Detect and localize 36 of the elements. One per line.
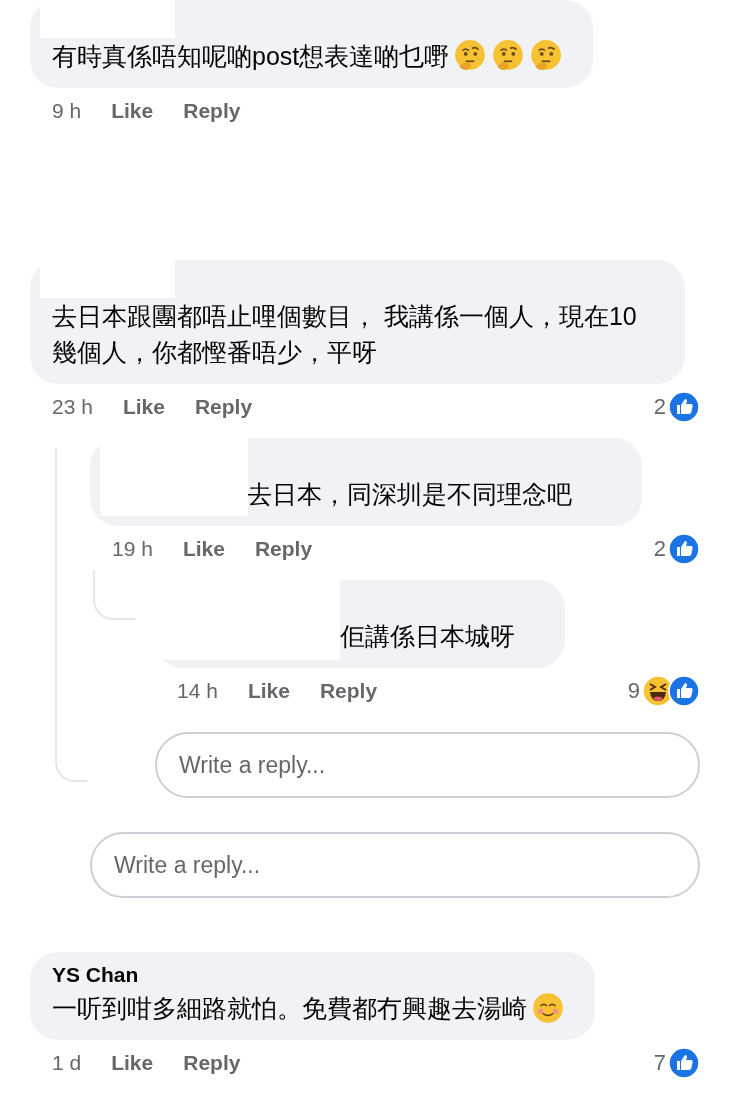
comment-text: 去日本，同深圳是不同理念吧 <box>247 479 572 510</box>
timestamp[interactable]: 1 d <box>52 1051 82 1075</box>
thread-line <box>93 570 135 620</box>
like-link[interactable]: Like <box>122 395 165 419</box>
reply-link[interactable]: Reply <box>194 395 253 419</box>
thinking-face-icon <box>491 39 526 73</box>
thumbs-up-icon <box>668 675 700 707</box>
comment-text: 去日本跟團都唔止哩個數目， 我講係一個人，現在10幾個人，你都慳番唔少，平呀 <box>52 301 638 368</box>
timestamp[interactable]: 23 h <box>52 395 93 419</box>
timestamp[interactable]: 14 h <box>177 679 218 703</box>
reaction-count[interactable]: 2 <box>653 394 666 420</box>
reply-link[interactable]: Reply <box>183 99 241 123</box>
smiling-face-icon <box>531 991 565 1025</box>
reply-link[interactable]: Reply <box>319 679 378 703</box>
thinking-face-icon <box>529 39 564 73</box>
reply-link[interactable]: Reply <box>183 1051 241 1075</box>
author-name[interactable]: YS Chan <box>52 963 139 987</box>
comment-text: 有時真係唔知呢啲post想表達啲乜嘢 <box>52 41 450 72</box>
like-link[interactable]: Like <box>182 537 225 561</box>
reply-input[interactable]: Write a reply... <box>155 732 700 798</box>
thumbs-up-icon <box>668 1047 700 1079</box>
like-link[interactable]: Like <box>111 99 154 123</box>
like-link[interactable]: Like <box>247 679 290 703</box>
like-link[interactable]: Like <box>111 1051 154 1075</box>
reply-input[interactable]: Write a reply... <box>90 832 700 898</box>
timestamp[interactable]: 19 h <box>112 537 153 561</box>
timestamp[interactable]: 9 h <box>52 99 82 123</box>
reaction-count[interactable]: 2 <box>653 536 666 562</box>
reaction-count[interactable]: 7 <box>653 1050 666 1076</box>
reaction-count[interactable]: 9 <box>627 678 640 704</box>
thumbs-up-icon <box>668 533 700 565</box>
thumbs-up-icon <box>668 391 700 423</box>
comment-text: 佢講係日本城呀 <box>340 621 515 652</box>
thinking-face-icon <box>453 39 488 73</box>
reply-link[interactable]: Reply <box>254 537 313 561</box>
comment-text: 一听到咁多細路就怕。免費都冇興趣去湯崎 <box>52 993 527 1024</box>
